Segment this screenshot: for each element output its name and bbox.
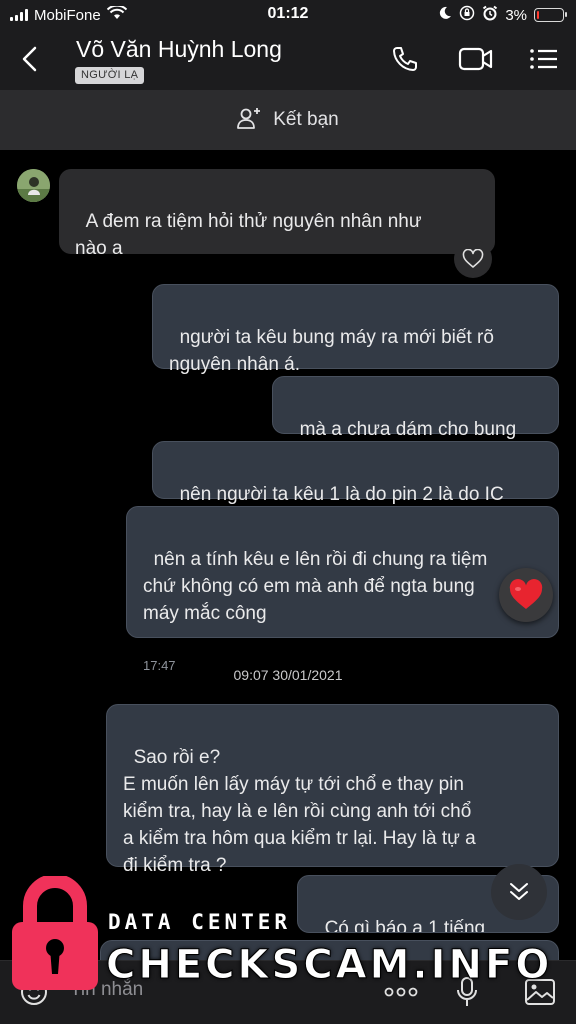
message-text: người ta kêu bung máy ra mới biết rõ ngu…	[169, 327, 494, 375]
status-bar: MobiFone 01:12 3%	[0, 0, 576, 30]
watermark-line2: CHECKSCAM.INFO	[105, 942, 553, 989]
heart-icon[interactable]	[499, 568, 553, 622]
add-friend-label: Kết bạn	[273, 109, 339, 130]
message-text: Có gì báo a 1 tiếng	[324, 918, 486, 933]
add-person-icon	[237, 106, 263, 135]
chevron-down-icon	[510, 883, 528, 900]
battery-label: 3%	[505, 6, 527, 24]
contact-name[interactable]: Võ Văn Huỳnh Long	[76, 36, 282, 63]
message-bubble-outgoing[interactable]: người ta kêu bung máy ra mới biết rõ ngu…	[152, 284, 559, 375]
stranger-badge: NGƯỜI LẠ	[75, 67, 145, 84]
lock-icon	[10, 874, 100, 992]
orientation-lock-icon	[459, 5, 475, 25]
message-bubble-incoming[interactable]: A đem ra tiệm hỏi thử nguyên nhân như nà…	[59, 169, 495, 259]
message-text: Sao rồi e? E muốn lên lấy máy tự tới chổ…	[123, 747, 476, 876]
add-friend-bar[interactable]: Kết bạn	[0, 90, 576, 150]
back-icon[interactable]	[18, 44, 42, 74]
status-right: 3%	[438, 5, 567, 25]
date-separator: 09:07 30/01/2021	[233, 667, 343, 683]
phone-icon[interactable]	[389, 44, 421, 74]
avatar[interactable]	[17, 169, 50, 202]
message-text: nên người ta kêu 1 là do pin 2 là do IC	[179, 484, 504, 505]
message-bubble-outgoing[interactable]: nên người ta kêu 1 là do pin 2 là do IC	[152, 441, 559, 505]
message-text: mà a chưa dám cho bung	[299, 419, 517, 440]
alarm-icon	[482, 5, 498, 25]
scroll-down-button[interactable]	[491, 864, 547, 920]
battery-icon	[534, 8, 567, 22]
video-icon[interactable]	[457, 44, 495, 74]
heart-outline-icon[interactable]	[454, 240, 492, 278]
chat-header: Võ Văn Huỳnh Long NGƯỜI LẠ	[0, 30, 576, 90]
message-bubble-outgoing[interactable]: mà a chưa dám cho bung	[272, 376, 559, 440]
message-text: A đem ra tiệm hỏi thử nguyên nhân như nà…	[75, 211, 422, 259]
moon-icon	[438, 6, 452, 24]
message-bubble-outgoing[interactable]: Sao rồi e? E muốn lên lấy máy tự tới chổ…	[106, 704, 559, 876]
battery-level	[537, 11, 539, 19]
message-bubble-outgoing[interactable]: nên a tính kêu e lên rồi đi chung ra tiệ…	[126, 506, 559, 673]
menu-icon[interactable]	[528, 44, 560, 74]
message-text: nên a tính kêu e lên rồi đi chung ra tiệ…	[143, 549, 488, 624]
watermark-line1: DATA CENTER	[108, 910, 292, 934]
